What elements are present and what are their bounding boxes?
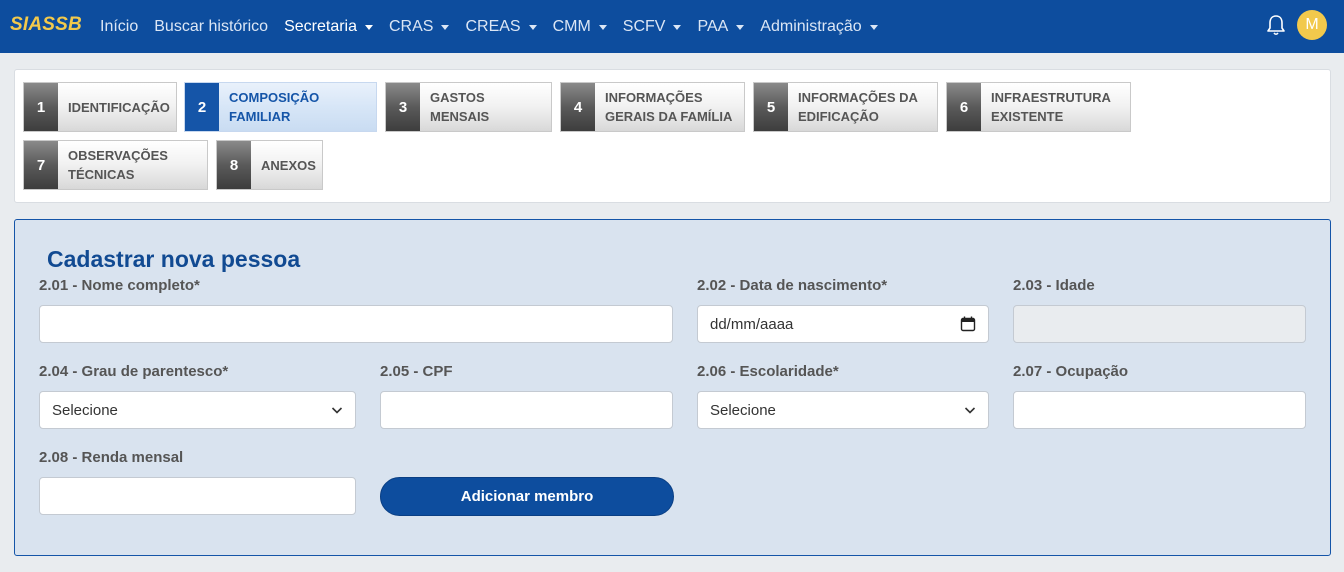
caret-down-icon [736, 24, 745, 30]
step-label: GASTOS MENSAIS [420, 88, 551, 126]
brand-logo[interactable]: SIASSB [10, 14, 82, 36]
step-anexos[interactable]: 8 ANEXOS [216, 140, 323, 190]
ocupacao-label: 2.07 - Ocupação [1013, 363, 1129, 380]
new-person-form: Cadastrar nova pessoa 2.01 - Nome comple… [14, 219, 1331, 556]
step-label-line2: EXISTENTE [991, 109, 1064, 124]
form-title: Cadastrar nova pessoa [47, 246, 301, 272]
step-label: OBSERVAÇÕES TÉCNICAS [58, 146, 176, 184]
step-number: 7 [24, 141, 58, 189]
nav-item-label: SCFV [622, 17, 666, 35]
nav-item-label: CREAS [465, 17, 521, 35]
nav-item-label: CMM [552, 17, 591, 35]
nav-item-buscar-historico[interactable]: Buscar histórico [146, 18, 276, 36]
nav-item-paa[interactable]: PAA [689, 18, 752, 36]
step-informacoes-edificacao[interactable]: 5 INFORMAÇÕES DA EDIFICAÇÃO [753, 82, 938, 132]
caret-down-icon [673, 24, 682, 30]
step-infraestrutura[interactable]: 6 INFRAESTRUTURA EXISTENTE [946, 82, 1131, 132]
nav-item-secretaria[interactable]: Secretaria [276, 18, 381, 36]
chevron-down-icon [964, 407, 976, 414]
step-composicao-familiar[interactable]: 2 COMPOSIÇÃO FAMILIAR [184, 82, 377, 132]
step-label: INFORMAÇÕES DA EDIFICAÇÃO [788, 88, 926, 126]
escolaridade-label: 2.06 - Escolaridade* [697, 363, 839, 380]
nav-menu: Início Buscar histórico Secretaria CRAS … [92, 0, 886, 53]
step-informacoes-gerais[interactable]: 4 INFORMAÇÕES GERAIS DA FAMÍLIA [560, 82, 745, 132]
step-label-line1: IDENTIFICAÇÃO [68, 99, 170, 115]
nav-item-label: CRAS [389, 17, 434, 35]
step-label: INFORMAÇÕES GERAIS DA FAMÍLIA [595, 88, 740, 126]
nav-item-label: Administração [760, 17, 862, 35]
ocupacao-input[interactable] [1013, 391, 1306, 429]
step-label: IDENTIFICAÇÃO [58, 98, 178, 117]
parentesco-selected-value: Selecione [52, 401, 118, 419]
step-label: ANEXOS [251, 156, 324, 175]
step-label-line2: TÉCNICAS [68, 167, 135, 182]
parentesco-select[interactable]: Selecione [39, 391, 356, 429]
nav-item-administracao[interactable]: Administração [752, 18, 885, 36]
step-label-line2: EDIFICAÇÃO [798, 109, 879, 124]
nav-item-scfv[interactable]: SCFV [615, 18, 690, 36]
renda-label: 2.08 - Renda mensal [39, 449, 184, 466]
escolaridade-select[interactable]: Selecione [697, 391, 989, 429]
idade-input [1013, 305, 1306, 343]
caret-down-icon [869, 24, 878, 30]
step-observacoes-tecnicas[interactable]: 7 OBSERVAÇÕES TÉCNICAS [23, 140, 208, 190]
nav-item-cras[interactable]: CRAS [381, 18, 457, 36]
caret-down-icon [528, 24, 537, 30]
caret-down-icon [598, 24, 607, 30]
nav-item-label: PAA [697, 17, 729, 35]
parentesco-label: 2.04 - Grau de parentesco* [39, 363, 229, 380]
step-label-line1: OBSERVAÇÕES [68, 148, 168, 163]
user-avatar[interactable]: M [1297, 10, 1327, 40]
step-label-line1: INFRAESTRUTURA [991, 90, 1111, 105]
step-label-line1: ANEXOS [261, 157, 316, 173]
date-placeholder: dd/mm/aaaa [710, 315, 794, 333]
step-label-line2: FAMILIAR [229, 109, 291, 124]
step-label-line1: COMPOSIÇÃO [229, 90, 320, 105]
nav-item-label: Buscar histórico [154, 17, 269, 35]
steps-panel: 1 IDENTIFICAÇÃO 2 COMPOSIÇÃO FAMILIAR 3 G… [14, 69, 1331, 203]
step-number: 6 [947, 83, 981, 131]
cpf-input[interactable] [380, 391, 673, 429]
bell-icon[interactable] [1266, 14, 1286, 36]
idade-label: 2.03 - Idade [1013, 277, 1095, 294]
calendar-icon[interactable] [960, 316, 976, 332]
step-label-line1: INFORMAÇÕES [605, 90, 703, 105]
step-label-line1: INFORMAÇÕES DA [798, 90, 918, 105]
step-label: COMPOSIÇÃO FAMILIAR [219, 88, 327, 126]
nav-item-creas[interactable]: CREAS [457, 18, 544, 36]
step-number: 2 [185, 83, 219, 131]
step-number: 3 [386, 83, 420, 131]
step-number: 8 [217, 141, 251, 189]
nav-item-label: Início [100, 17, 139, 35]
step-number: 1 [24, 83, 58, 131]
step-label: INFRAESTRUTURA EXISTENTE [981, 88, 1119, 126]
nome-input[interactable] [39, 305, 673, 343]
caret-down-icon [441, 24, 450, 30]
renda-input[interactable] [39, 477, 356, 515]
nascimento-label: 2.02 - Data de nascimento* [697, 277, 888, 294]
step-label-line2: GERAIS DA FAMÍLIA [605, 109, 733, 124]
add-member-button[interactable]: Adicionar membro [380, 477, 674, 516]
caret-down-icon [365, 24, 373, 30]
top-navbar: SIASSB Início Buscar histórico Secretari… [0, 0, 1344, 53]
escolaridade-selected-value: Selecione [710, 401, 776, 419]
nav-item-cmm[interactable]: CMM [545, 18, 615, 36]
nav-item-inicio[interactable]: Início [92, 18, 146, 36]
step-identificacao[interactable]: 1 IDENTIFICAÇÃO [23, 82, 177, 132]
step-number: 4 [561, 83, 595, 131]
nome-label: 2.01 - Nome completo* [39, 277, 200, 294]
chevron-down-icon [331, 407, 343, 414]
step-number: 5 [754, 83, 788, 131]
step-label-line1: GASTOS MENSAIS [430, 90, 490, 124]
step-gastos-mensais[interactable]: 3 GASTOS MENSAIS [385, 82, 552, 132]
nascimento-date-input[interactable]: dd/mm/aaaa [697, 305, 989, 343]
nav-item-label: Secretaria [284, 17, 357, 35]
cpf-label: 2.05 - CPF [380, 363, 453, 380]
